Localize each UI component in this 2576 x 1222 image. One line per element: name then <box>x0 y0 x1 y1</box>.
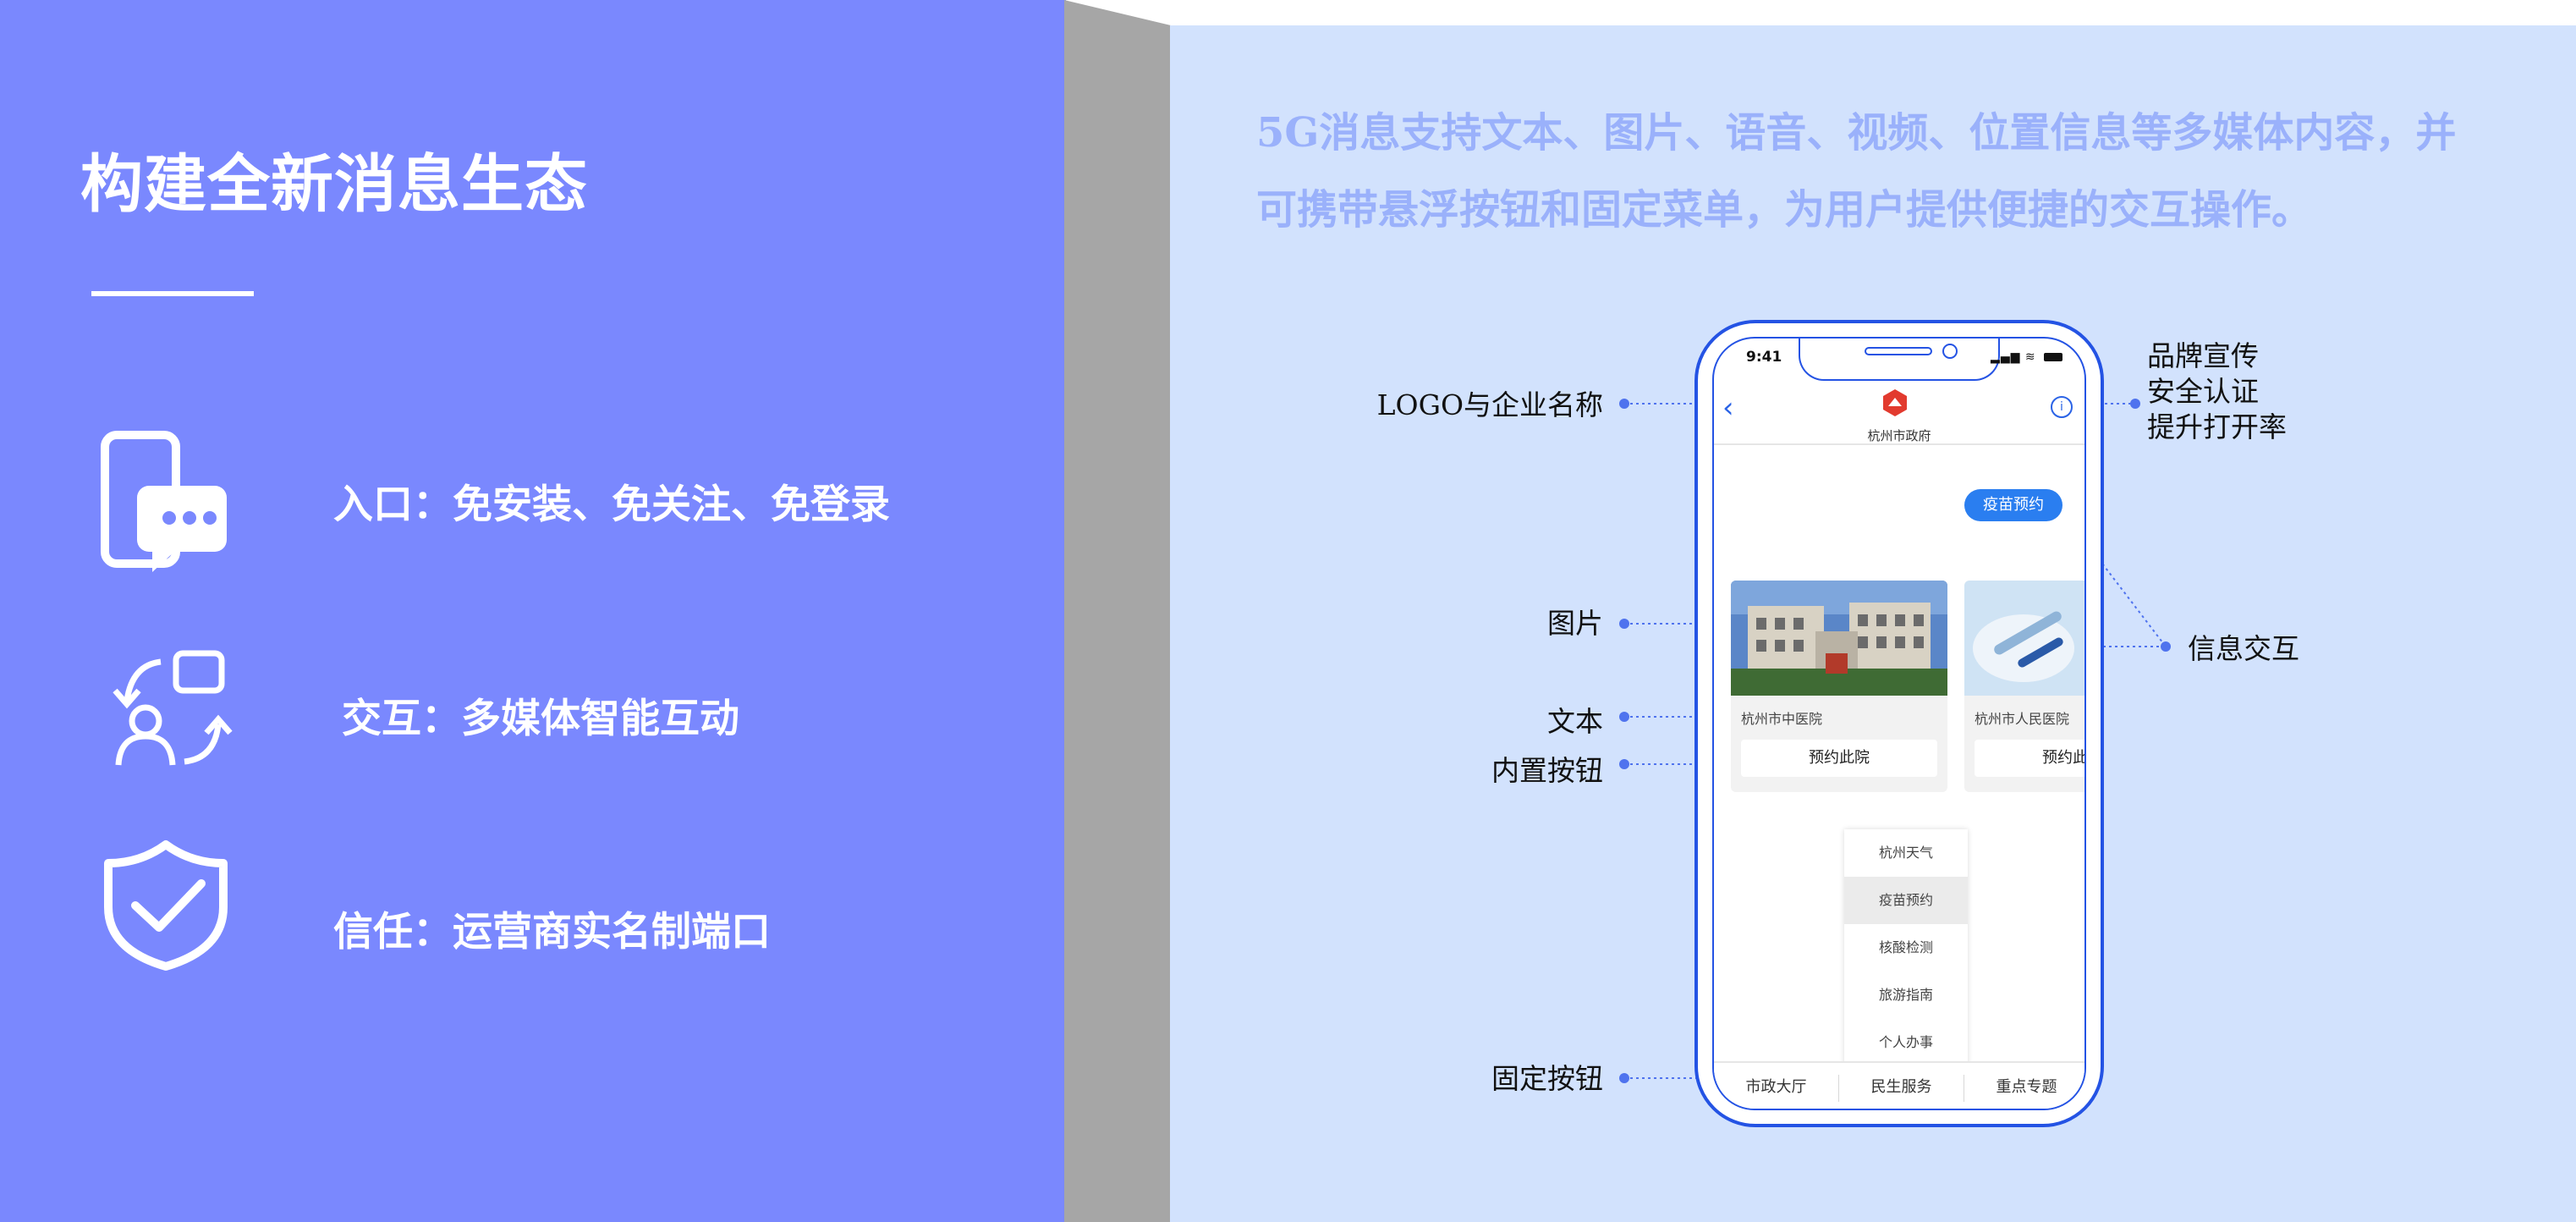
menu-item-personal-affairs[interactable]: 个人办事 <box>1844 1019 1968 1066</box>
battery-icon <box>2044 353 2062 361</box>
popup-menu: 杭州天气 疫苗预约 核酸检测 旅游指南 个人办事 <box>1844 829 1968 1068</box>
label-image: 图片 <box>1547 607 1603 640</box>
back-icon[interactable]: ‹ <box>1722 391 1734 425</box>
annotation-lines <box>1624 403 2167 1079</box>
org-name: 杭州市政府 <box>1867 428 1931 443</box>
signal-icon: ▂▄▆ <box>1991 350 2021 364</box>
wifi-icon: ≋ <box>2024 350 2036 364</box>
interaction-dot <box>2161 641 2171 652</box>
menu-item-weather[interactable]: 杭州天气 <box>1844 829 1968 877</box>
fixed-menu-bar: 市政大厅 民生服务 重点专题 <box>1714 1061 2084 1109</box>
card-book-button[interactable]: 预约此院 <box>1741 740 1937 777</box>
card-title: 杭州市人民医院 <box>1975 711 2070 727</box>
text-dot <box>1619 712 1629 722</box>
card-book-button[interactable]: 预约此院 <box>1975 740 2084 777</box>
status-time: 9:41 <box>1746 349 1782 366</box>
menu-item-travel-guide[interactable]: 旅游指南 <box>1844 972 1968 1019</box>
logo-dot <box>1619 399 1629 409</box>
info-icon[interactable]: i <box>2051 396 2073 418</box>
label-text: 文本 <box>1547 705 1603 738</box>
button-dot <box>1619 759 1629 769</box>
card-hospital-2: 杭州市人民医院 预约此院 <box>1964 581 2084 792</box>
fixed-dot <box>1619 1073 1629 1083</box>
label-brand: 品牌宣传 安全认证 提升打开率 <box>2147 339 2287 445</box>
camera <box>1942 344 1958 359</box>
phone-screen: 9:41 ▂▄▆ ≋ ‹ 杭州市政府 i 疫苗预约 杭州市中医院 预约此院 杭州… <box>1712 337 2086 1110</box>
card-image-building <box>1731 581 1947 696</box>
label-builtin-button: 内置按钮 <box>1491 754 1603 787</box>
image-dot <box>1619 619 1629 629</box>
label-brand-2: 安全认证 <box>2147 375 2259 408</box>
phone-notch <box>1799 339 2000 381</box>
org-logo-icon <box>1883 389 1907 416</box>
label-logo: LOGO与企业名称 <box>1376 388 1603 421</box>
chat-header: ‹ 杭州市政府 i <box>1714 381 2084 445</box>
tab-livelihood[interactable]: 民生服务 <box>1839 1063 1964 1109</box>
speaker <box>1865 347 1932 355</box>
card-image-vaccine <box>1964 581 2084 696</box>
card-hospital-1: 杭州市中医院 预约此院 <box>1731 581 1947 792</box>
floating-chip-button[interactable]: 疫苗预约 <box>1964 489 2062 521</box>
tab-city-hall[interactable]: 市政大厅 <box>1714 1063 1838 1109</box>
brand-dot <box>2130 399 2140 409</box>
label-brand-1: 品牌宣传 <box>2147 339 2259 372</box>
menu-item-vaccine[interactable]: 疫苗预约 <box>1844 877 1968 924</box>
label-brand-3: 提升打开率 <box>2147 410 2287 443</box>
card-title: 杭州市中医院 <box>1741 711 1823 727</box>
status-icons: ▂▄▆ ≋ <box>1991 350 2062 364</box>
label-interaction: 信息交互 <box>2188 632 2299 665</box>
menu-item-nucleic-test[interactable]: 核酸检测 <box>1844 924 1968 972</box>
tab-key-topics[interactable]: 重点专题 <box>1964 1063 2084 1109</box>
label-fixed-button: 固定按钮 <box>1491 1062 1603 1095</box>
